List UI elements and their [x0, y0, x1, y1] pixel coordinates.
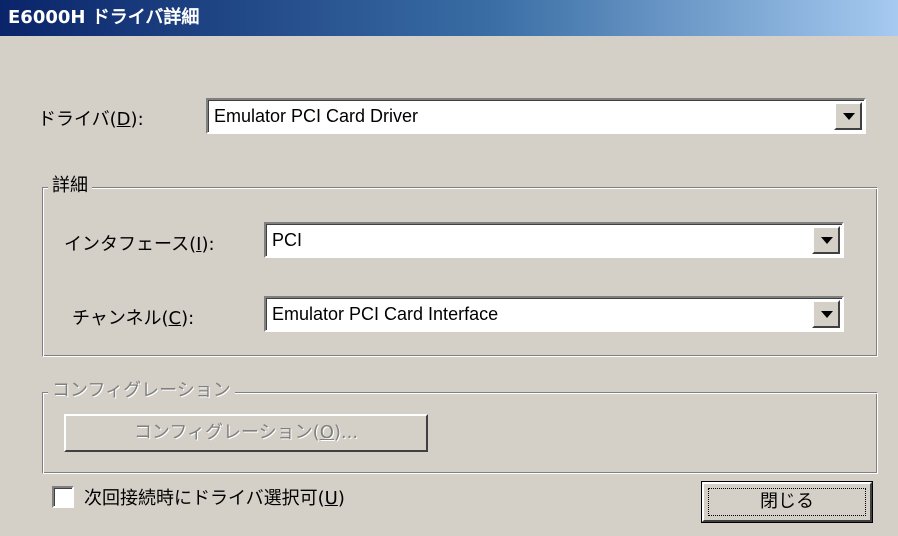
focus-rect	[708, 488, 866, 516]
driver-select-value: Emulator PCI Card Driver	[214, 106, 419, 126]
configuration-button[interactable]: コンフィグレーション(O)...	[64, 414, 428, 452]
interface-label: インタフェース(I):	[64, 234, 215, 255]
driver-select-checkbox[interactable]	[52, 486, 74, 508]
channel-label: チャンネル(C):	[72, 308, 195, 329]
channel-select-value: Emulator PCI Card Interface	[272, 304, 499, 324]
window-title: E6000H ドライバ詳細	[8, 7, 200, 28]
chevron-down-icon[interactable]	[834, 102, 862, 130]
channel-select[interactable]: Emulator PCI Card Interface	[264, 296, 844, 332]
interface-select-value: PCI	[272, 230, 303, 250]
chevron-down-icon[interactable]	[812, 226, 840, 254]
details-group-title: 詳細	[48, 176, 92, 196]
close-button[interactable]: 閉じる	[701, 481, 873, 523]
chevron-down-icon[interactable]	[812, 300, 840, 328]
driver-select[interactable]: Emulator PCI Card Driver	[206, 98, 866, 134]
configuration-group-title: コンフィグレーション	[48, 381, 235, 401]
interface-select[interactable]: PCI	[264, 222, 844, 258]
driver-label: ドライバ(D):	[38, 109, 144, 130]
title-bar: E6000H ドライバ詳細	[0, 0, 898, 36]
driver-select-checkbox-label: 次回接続時にドライバ選択可(U)	[84, 488, 345, 509]
